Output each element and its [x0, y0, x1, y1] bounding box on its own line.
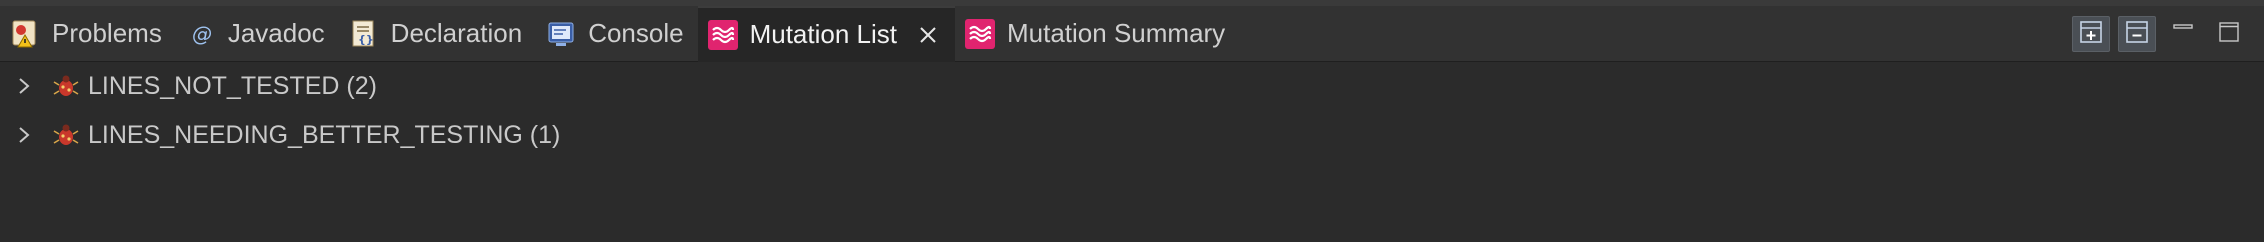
problems-icon — [10, 19, 40, 49]
svg-text:@: @ — [192, 22, 212, 46]
tab-label: Mutation Summary — [1007, 18, 1226, 48]
tab-label: Declaration — [390, 18, 523, 48]
tab-mutation-summary[interactable]: Mutation Summary — [955, 6, 1239, 62]
collapse-all-icon — [2125, 20, 2149, 49]
tab-label: Javadoc — [227, 18, 325, 48]
mutation-wave-icon — [965, 18, 995, 49]
tab-label: Mutation List — [749, 19, 897, 49]
minimize-icon — [2172, 21, 2194, 48]
maximize-button[interactable] — [2210, 16, 2248, 52]
view-tab-bar: Problems @ Javadoc {} Declaration Consol… — [0, 5, 2264, 62]
tab-label: Console — [588, 18, 684, 48]
chevron-right-icon[interactable] — [14, 123, 34, 147]
mutation-wave-icon — [707, 19, 738, 50]
bug-icon — [52, 72, 80, 100]
tree-item-lines-not-tested[interactable]: LINES_NOT_TESTED (2) — [14, 66, 377, 106]
bug-icon — [52, 121, 80, 149]
maximize-icon — [2218, 21, 2240, 48]
tab-label: Problems — [52, 18, 162, 48]
console-icon — [546, 19, 576, 49]
tab-problems[interactable]: Problems — [0, 6, 176, 62]
tree-item-label: LINES_NEEDING_BETTER_TESTING (1) — [88, 120, 561, 149]
minimize-button[interactable] — [2164, 16, 2202, 52]
tab-console[interactable]: Console — [536, 6, 697, 62]
view-toolbar — [2064, 6, 2264, 62]
mutation-list-tree: LINES_NOT_TESTED (2) LINES_NEEDING_BETTE… — [0, 63, 2264, 242]
svg-text:{}: {} — [358, 33, 374, 46]
at-icon: @ — [186, 19, 216, 49]
tab-javadoc[interactable]: @ Javadoc — [176, 6, 339, 62]
close-icon[interactable] — [915, 22, 941, 48]
declaration-icon: {} — [349, 19, 379, 49]
expand-all-button[interactable] — [2072, 16, 2110, 52]
tree-item-label: LINES_NOT_TESTED (2) — [88, 71, 377, 100]
expand-all-icon — [2079, 20, 2103, 49]
tree-item-lines-needing-better-testing[interactable]: LINES_NEEDING_BETTER_TESTING (1) — [14, 115, 560, 155]
tab-mutation-list[interactable]: Mutation List — [697, 5, 955, 62]
tab-declaration[interactable]: {} Declaration — [339, 6, 537, 62]
chevron-right-icon[interactable] — [14, 74, 34, 98]
collapse-all-button[interactable] — [2118, 16, 2156, 52]
